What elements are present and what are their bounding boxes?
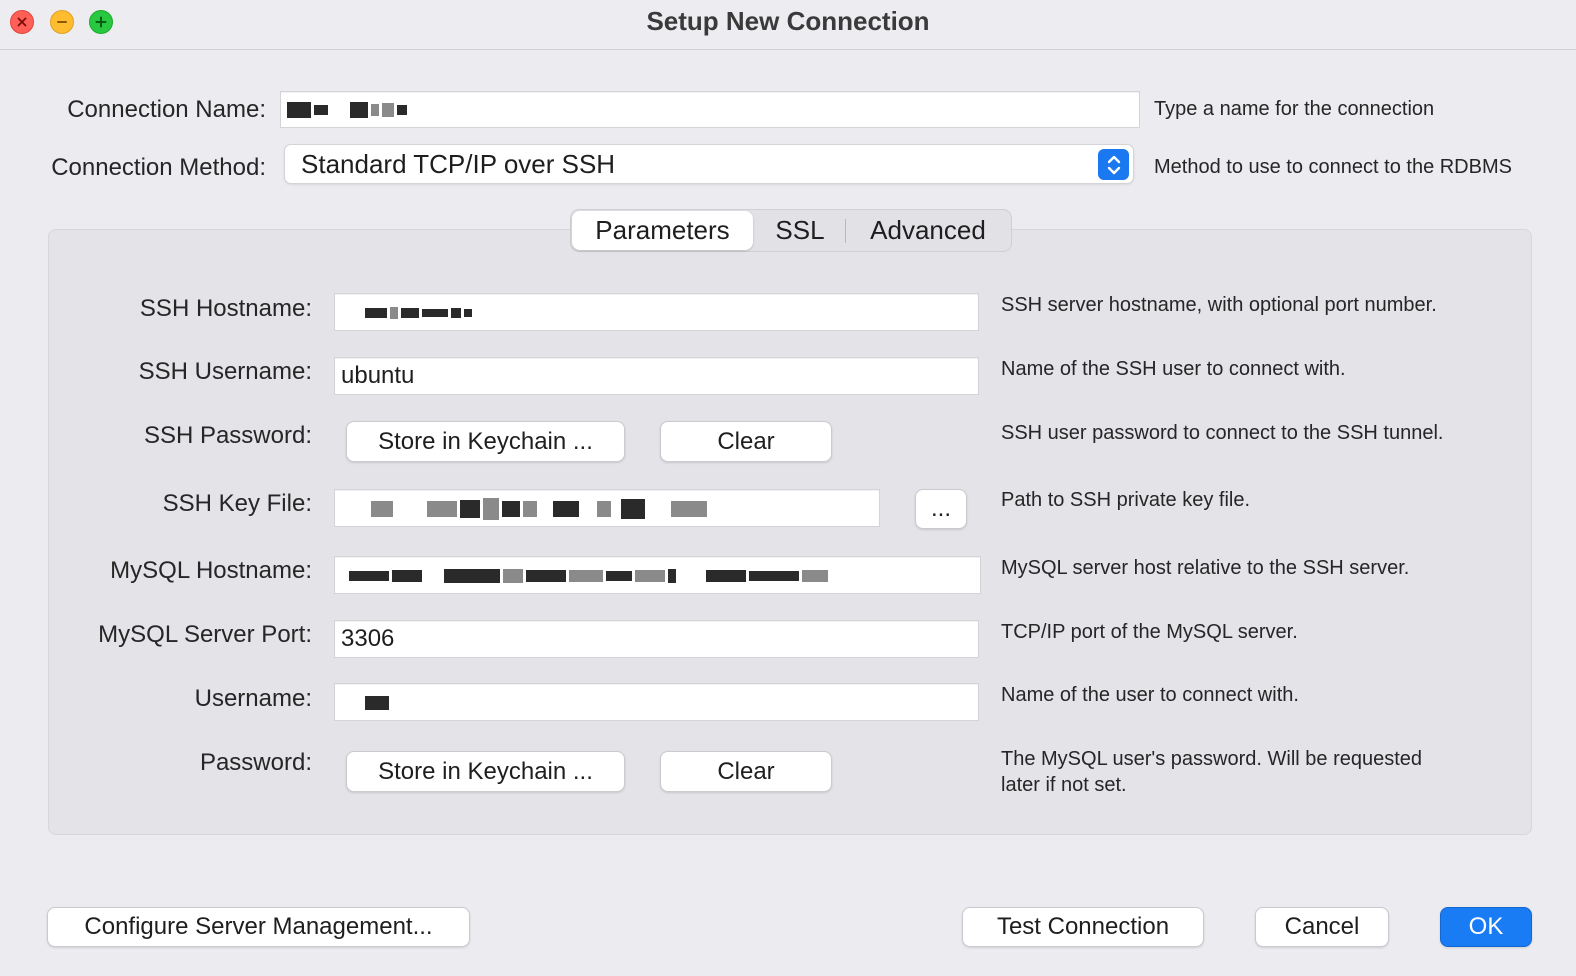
connection-name-input[interactable] [280, 91, 1140, 128]
ssh-key-file-input[interactable] [334, 489, 880, 527]
select-stepper [1098, 149, 1129, 180]
ssh-password-label: SSH Password: [143, 422, 312, 449]
tab-divider [845, 219, 846, 243]
tab-ssl[interactable]: SSL [757, 210, 843, 251]
connection-name-hint: Type a name for the connection [1154, 98, 1435, 120]
ok-button[interactable]: OK [1440, 907, 1532, 947]
mysql-port-input[interactable]: 3306 [334, 620, 979, 658]
ssh-hostname-label: SSH Hostname: [139, 295, 312, 322]
mysql-port-hint: TCP/IP port of the MySQL server. [1001, 621, 1298, 643]
redacted-text [287, 96, 410, 124]
mysql-hostname-label: MySQL Hostname: [110, 557, 312, 584]
redacted-text [371, 494, 710, 522]
ssh-hostname-hint: SSH server hostname, with optional port … [1001, 294, 1437, 316]
password-hint-line2: later if not set. [1001, 774, 1127, 796]
configure-server-management-button[interactable]: Configure Server Management... [47, 907, 470, 947]
browse-key-file-button[interactable]: ... [915, 489, 967, 529]
ssh-clear-password-button[interactable]: Clear [660, 421, 832, 462]
title-bar: Setup New Connection [0, 0, 1576, 50]
username-input[interactable] [334, 683, 979, 721]
window-title: Setup New Connection [646, 6, 930, 36]
connection-method-select[interactable]: Standard TCP/IP over SSH [284, 144, 1134, 184]
ssh-key-file-label: SSH Key File: [162, 490, 312, 517]
chevron-up-down-icon [1107, 155, 1120, 174]
cancel-button[interactable]: Cancel [1255, 907, 1389, 947]
ssh-username-label: SSH Username: [138, 358, 312, 385]
ssh-key-file-hint: Path to SSH private key file. [1001, 489, 1251, 511]
password-hint-line1: The MySQL user's password. Will be reque… [1001, 748, 1423, 770]
test-connection-button[interactable]: Test Connection [962, 907, 1204, 947]
store-in-keychain-button[interactable]: Store in Keychain ... [346, 751, 625, 792]
username-hint: Name of the user to connect with. [1001, 684, 1299, 706]
redacted-text [349, 561, 831, 589]
tab-parameters[interactable]: Parameters [572, 211, 753, 250]
redacted-text [365, 688, 392, 716]
ssh-username-hint: Name of the SSH user to connect with. [1001, 358, 1346, 380]
tab-advanced[interactable]: Advanced [853, 210, 1003, 251]
connection-name-label: Connection Name: [67, 96, 266, 123]
tab-bar: Parameters SSL Advanced [570, 209, 1012, 252]
clear-password-button[interactable]: Clear [660, 751, 832, 792]
ssh-store-in-keychain-button[interactable]: Store in Keychain ... [346, 421, 625, 462]
ssh-password-hint: SSH user password to connect to the SSH … [1001, 422, 1444, 444]
username-label: Username: [194, 685, 312, 712]
ssh-hostname-input[interactable] [334, 293, 979, 331]
connection-method-value: Standard TCP/IP over SSH [301, 148, 616, 179]
mysql-hostname-input[interactable] [334, 556, 981, 594]
connection-method-hint: Method to use to connect to the RDBMS [1154, 156, 1512, 178]
ssh-username-input[interactable]: ubuntu [334, 357, 979, 395]
mysql-port-label: MySQL Server Port: [98, 621, 312, 648]
mysql-hostname-hint: MySQL server host relative to the SSH se… [1001, 557, 1410, 579]
password-label: Password: [199, 749, 312, 776]
redacted-text [365, 298, 475, 326]
connection-method-label: Connection Method: [51, 154, 266, 181]
